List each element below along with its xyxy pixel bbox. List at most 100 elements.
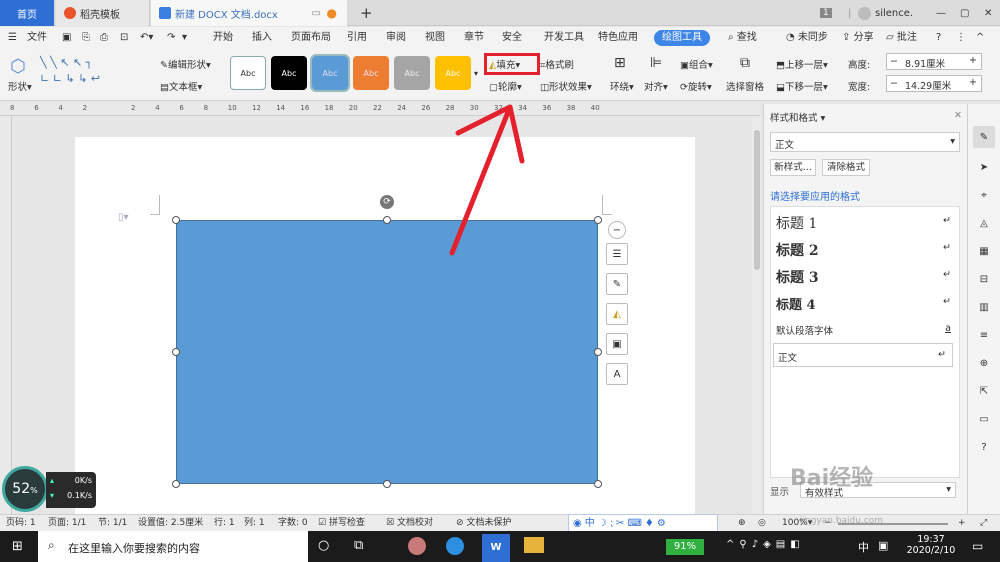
app-photo-icon[interactable] [408, 537, 426, 555]
status-page-code[interactable]: 页码: 1 [6, 515, 36, 532]
height-minus-button[interactable]: − [890, 56, 898, 67]
cortana-icon[interactable]: ○ [318, 538, 329, 553]
resize-handle-e[interactable] [594, 348, 602, 356]
help-icon[interactable]: ? [936, 27, 941, 49]
group-button[interactable]: ▣组合▾ [680, 57, 713, 71]
height-value[interactable]: 8.91厘米 [905, 56, 945, 70]
quick-outline-icon[interactable]: ▣ [606, 333, 628, 355]
clear-format-button[interactable]: 清除格式 [822, 159, 870, 176]
wrap-icon[interactable]: ⊞ [614, 55, 626, 71]
undo-icon[interactable]: ↶▾ [140, 27, 153, 49]
print-icon[interactable]: ⎙ [100, 27, 108, 49]
file-menu[interactable]: 文件 [27, 27, 47, 49]
task-view-icon[interactable]: ⧉ [354, 538, 363, 553]
rotate-handle-icon[interactable]: ⟳ [380, 195, 394, 209]
battery-indicator[interactable]: 91% [666, 539, 704, 555]
minimize-button[interactable]: — [928, 0, 954, 26]
menu-tab-security[interactable]: 安全 [502, 27, 522, 49]
tiles-icon[interactable]: ▦ [973, 240, 995, 262]
zoom-in-button[interactable]: + [958, 515, 966, 532]
network-speed-widget[interactable]: ▴ 0K/s ▾ 0.1K/s [46, 472, 96, 508]
pen-style-icon[interactable]: ✎ [606, 273, 628, 295]
status-words[interactable]: 字数: 0 [278, 515, 308, 532]
eye-protect-icon[interactable]: ◎ [758, 515, 766, 532]
menu-tab-insert[interactable]: 插入 [252, 27, 272, 49]
sliders-icon[interactable]: ≡ [973, 324, 995, 346]
select-pane-button[interactable]: 选择窗格 [726, 79, 764, 93]
globe-icon[interactable]: ⊕ [738, 515, 746, 532]
align-button[interactable]: 对齐▾ [644, 79, 668, 93]
help-circle-icon[interactable]: ? [973, 436, 995, 458]
collapse-tools-icon[interactable]: − [608, 221, 626, 239]
share-button[interactable]: ⇪ 分享 [842, 27, 874, 49]
sync-button[interactable]: ◔ 未同步 [786, 27, 828, 49]
status-page[interactable]: 页面: 1/1 [48, 515, 86, 532]
bring-forward-button[interactable]: ⬒上移一层▾ [776, 57, 828, 71]
ie-browser-icon[interactable] [446, 537, 464, 555]
send-backward-button[interactable]: ⬓下移一层▾ [776, 79, 828, 93]
style-heading-1[interactable]: 标题 1 [776, 213, 817, 233]
taskbar-search-box[interactable]: ⌕ 在这里输入你要搜索的内容 [38, 531, 308, 562]
style-heading-3[interactable]: 标题 3 [776, 267, 819, 287]
save-icon[interactable]: ▣ [62, 27, 71, 49]
comment-button[interactable]: ▱ 批注 [886, 27, 917, 49]
text-wrap-icon[interactable]: A [606, 363, 628, 385]
menu-tab-drawing-tools[interactable]: 绘图工具 [654, 30, 710, 46]
menu-tab-special[interactable]: 特色应用 [598, 27, 638, 49]
style-body[interactable]: 正文 ↵ [773, 343, 953, 367]
align-icon[interactable]: ⊫ [650, 55, 662, 71]
width-plus-button[interactable]: + [969, 77, 977, 88]
protect-button[interactable]: ⊘ 文档未保护 [456, 515, 511, 532]
height-plus-button[interactable]: + [969, 55, 977, 66]
clock[interactable]: 19:37 2020/2/10 [905, 534, 957, 556]
user-avatar[interactable]: silence. [850, 0, 921, 26]
document-tab[interactable]: 新建 DOCX 文档.docx ▭ ● [151, 0, 347, 26]
crop-icon[interactable]: ⊟ [973, 268, 995, 290]
file-explorer-icon[interactable] [524, 537, 544, 553]
style-preset-6[interactable]: Abc [435, 56, 471, 90]
resize-handle-sw[interactable] [172, 480, 180, 488]
current-style-select[interactable]: 正文 ▾ [770, 132, 960, 152]
style-default-font[interactable]: 默认段落字体 [776, 323, 833, 337]
resize-handle-se[interactable] [594, 480, 602, 488]
draw-pen-icon[interactable]: ✎ [973, 126, 995, 148]
spell-check-button[interactable]: ☑ 拼写检查 [318, 515, 365, 532]
style-preset-1[interactable]: Abc [230, 56, 266, 90]
status-section[interactable]: 节: 1/1 [98, 515, 127, 532]
backup-icon[interactable]: ⊕ [973, 352, 995, 374]
shapes-icon[interactable]: ◬ [973, 212, 995, 234]
outline-button[interactable]: ▢轮廓▾ [489, 79, 522, 93]
status-row[interactable]: 行: 1 [214, 515, 235, 532]
print-preview-icon[interactable]: ⊡ [120, 27, 128, 49]
style-heading-4[interactable]: 标题 4 [776, 294, 816, 313]
horizontal-ruler[interactable]: 8 6 4 2 2 4 6 8 10 12 14 16 18 20 22 24 26 28 30 32 34 36 38 40 [0, 102, 760, 116]
select-pane-icon[interactable]: ⧉ [740, 55, 750, 71]
shape-menu[interactable]: 形状▾ [8, 79, 32, 93]
panel-close-icon[interactable]: ✕ [954, 110, 962, 121]
shape-effect-button[interactable]: ◫形状效果▾ [540, 79, 592, 93]
width-value[interactable]: 14.29厘米 [905, 78, 951, 92]
menu-tab-developer[interactable]: 开发工具 [544, 27, 584, 49]
more-options-icon[interactable]: ⋮ [956, 27, 966, 49]
menu-tab-view[interactable]: 视图 [425, 27, 445, 49]
system-tray-icons[interactable]: ^⚲♪◈▤◧ [726, 539, 805, 550]
resize-handle-w[interactable] [172, 348, 180, 356]
style-preset-3[interactable]: Abc [310, 54, 350, 92]
resize-handle-n[interactable] [383, 216, 391, 224]
fill-button[interactable]: ◭填充▾ [489, 57, 520, 71]
layout-options-icon[interactable]: ☰ [606, 243, 628, 265]
location-icon[interactable]: ⌖ [973, 184, 995, 206]
resize-handle-s[interactable] [383, 480, 391, 488]
vertical-scrollbar[interactable] [752, 116, 762, 514]
resize-handle-ne[interactable] [594, 216, 602, 224]
windows-start-icon[interactable]: ⊞ [12, 539, 23, 554]
line-shape-gallery[interactable]: ╲ ╲ ↖ ↖ ┐ ∟ ∟ ↳ ↳ ↩ [40, 55, 144, 91]
status-setting[interactable]: 设置值: 2.5厘米 [138, 515, 203, 532]
width-minus-button[interactable]: − [890, 78, 898, 89]
ime-toolbar[interactable]: ◉中☽⁏✂⌨♦⚙ [568, 514, 718, 532]
proof-button[interactable]: ☒ 文档校对 [386, 515, 433, 532]
style-preset-4[interactable]: Abc [353, 56, 389, 90]
template-tab[interactable]: 稻壳模板 [56, 0, 150, 26]
menu-icon[interactable]: ☰ [8, 27, 17, 49]
export-icon[interactable]: ⇱ [973, 380, 995, 402]
